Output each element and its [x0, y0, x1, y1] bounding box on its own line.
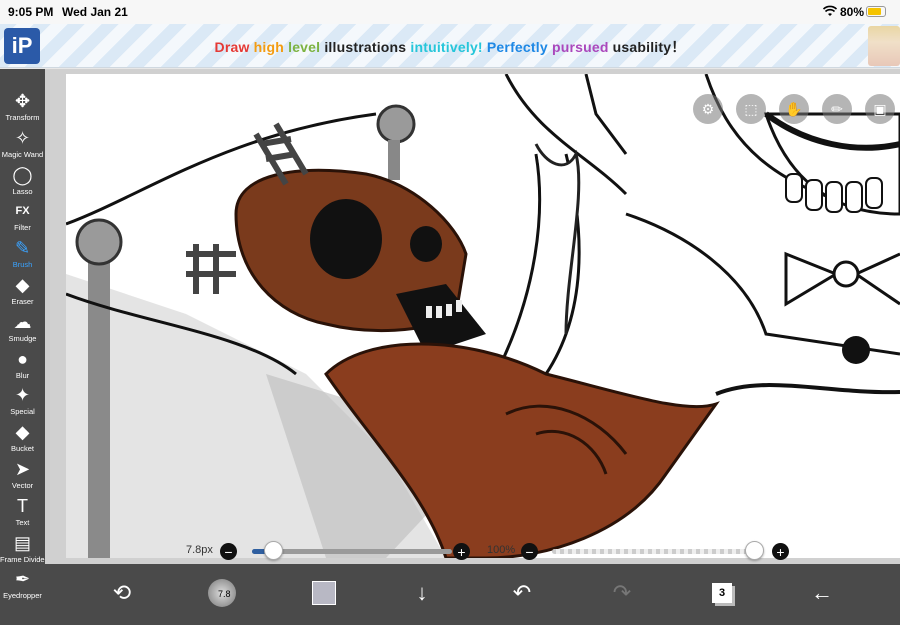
opacity-slider-thumb[interactable]: [745, 541, 764, 560]
opacity-value: 100%: [487, 544, 516, 556]
tool-label: Text: [15, 517, 30, 527]
slogan-word: Perfectly: [486, 39, 552, 55]
special-icon: ✦: [14, 385, 31, 406]
battery-icon: [866, 6, 886, 17]
tool-label: Blur: [15, 370, 30, 380]
tool-brush[interactable]: ✎ Brush: [0, 236, 45, 273]
slogan-word: usability: [612, 39, 672, 55]
color-swatch-button[interactable]: [307, 576, 341, 610]
brush-size-preview-label: 7.8: [218, 589, 231, 599]
smudge-icon: ☁: [13, 311, 32, 332]
tool-label: Smudge: [8, 333, 37, 343]
tool-label: Frame Divider: [0, 554, 48, 564]
tool-text[interactable]: T Text: [0, 494, 45, 531]
brush-icon: ✎: [14, 238, 31, 259]
tool-eyedropper[interactable]: ✒ Eyedropper: [0, 567, 45, 604]
slogan-word: Draw: [214, 39, 254, 55]
brush-size-slider-thumb[interactable]: [264, 541, 283, 560]
tool-label: Transform: [5, 113, 40, 122]
material-icon[interactable]: ✋: [779, 94, 809, 124]
slogan-word: high: [253, 39, 289, 55]
eyedropper-icon: ✒: [14, 569, 31, 590]
undo-icon[interactable]: ↶: [505, 576, 539, 610]
tool-special[interactable]: ✦ Special: [0, 383, 45, 420]
toggle-settings-icon[interactable]: ⚙: [693, 94, 723, 124]
download-icon[interactable]: ↓: [405, 576, 439, 610]
tool-label: Special: [10, 407, 35, 417]
brush-size-decrease-button[interactable]: −: [220, 543, 237, 560]
reference-image-icon[interactable]: ▣: [865, 94, 895, 124]
tool-label: Bucket: [11, 444, 34, 454]
tool-vector[interactable]: ➤ Vector: [0, 457, 45, 494]
tool-label: Brush: [12, 260, 33, 270]
cursor-icon: ➤: [14, 459, 31, 479]
tool-label: Eyedropper: [3, 591, 42, 601]
drop-icon: ●: [17, 348, 28, 369]
tool-label: Eraser: [11, 297, 34, 306]
tool-magic-wand[interactable]: ✧ Magic Wand: [0, 126, 45, 163]
frame-divider-icon: ▤: [13, 532, 31, 553]
ad-banner[interactable]: iP Draw high level illustrations intuiti…: [0, 24, 900, 68]
slogan-word: level: [288, 39, 325, 55]
slogan-word: illustrations: [324, 39, 411, 55]
tool-sidebar: ✥ Transform ✧ Magic Wand ◯ Lasso FX Filter ✎ Brus…: [0, 69, 48, 625]
tool-smudge[interactable]: ☁ Smudge: [0, 310, 45, 347]
slogan-word: pursued: [551, 39, 613, 55]
lasso-icon: ◯: [12, 164, 33, 185]
brush-size-value: 7.8px: [186, 544, 213, 556]
status-date: Wed Jan 21: [62, 5, 128, 19]
color-swatch: [312, 581, 336, 605]
tool-label: Vector: [11, 481, 34, 490]
banner-slogan: Draw high level illustrations intuitivel…: [0, 37, 900, 57]
tool-label: Lasso: [12, 186, 33, 196]
redo-icon[interactable]: ↷: [605, 576, 639, 610]
drawing-canvas[interactable]: [66, 74, 900, 558]
battery-percent: 80%: [840, 5, 865, 19]
bottom-toolbar: ⟲ 7.8 ↓ ↶ ↷ 3 ←: [45, 564, 900, 625]
tool-label: Magic Wand: [1, 149, 44, 159]
brush-size-button[interactable]: 7.8: [205, 576, 239, 610]
back-icon[interactable]: ←: [805, 576, 839, 610]
opacity-increase-button[interactable]: +: [772, 543, 789, 560]
eraser-icon: ◆: [15, 275, 30, 295]
tool-blur[interactable]: ● Blur: [0, 347, 45, 384]
layers-icon: 3: [712, 583, 732, 603]
status-bar: 9:05 PM Wed Jan 21 80%: [0, 0, 900, 24]
bucket-icon: ◆: [15, 422, 30, 443]
wifi-icon: [822, 5, 838, 20]
quick-menu-icon[interactable]: ⟲: [105, 576, 139, 610]
banner-character-image: [868, 26, 900, 66]
text-icon: T: [17, 495, 28, 516]
fx-icon: FX: [15, 205, 30, 218]
layer-count: 3: [718, 587, 726, 599]
tool-filter[interactable]: FX Filter: [0, 199, 45, 236]
tool-eraser[interactable]: ◆ Eraser: [0, 273, 45, 310]
move-icon: ✥: [14, 91, 31, 111]
selection-icon[interactable]: ⬚: [736, 94, 766, 124]
opacity-slider-track[interactable]: [552, 549, 762, 554]
tool-transform[interactable]: ✥ Transform: [0, 89, 45, 126]
status-time: 9:05 PM: [8, 5, 54, 19]
tool-bucket[interactable]: ◆ Bucket: [0, 420, 45, 457]
layers-button[interactable]: 3: [705, 576, 739, 610]
brush-size-increase-button[interactable]: +: [453, 543, 470, 560]
slogan-word: intuitively!: [410, 39, 487, 55]
opacity-decrease-button[interactable]: −: [521, 543, 538, 560]
ruler-icon[interactable]: ✏: [822, 94, 852, 124]
tool-lasso[interactable]: ◯ Lasso: [0, 163, 45, 200]
magic-wand-icon: ✧: [14, 127, 31, 148]
tool-label: Filter: [14, 223, 31, 233]
slogan-word: ！: [671, 39, 686, 55]
tool-frame-divider[interactable]: ▤ Frame Divider: [0, 531, 48, 568]
artwork-illustration: [66, 74, 900, 558]
